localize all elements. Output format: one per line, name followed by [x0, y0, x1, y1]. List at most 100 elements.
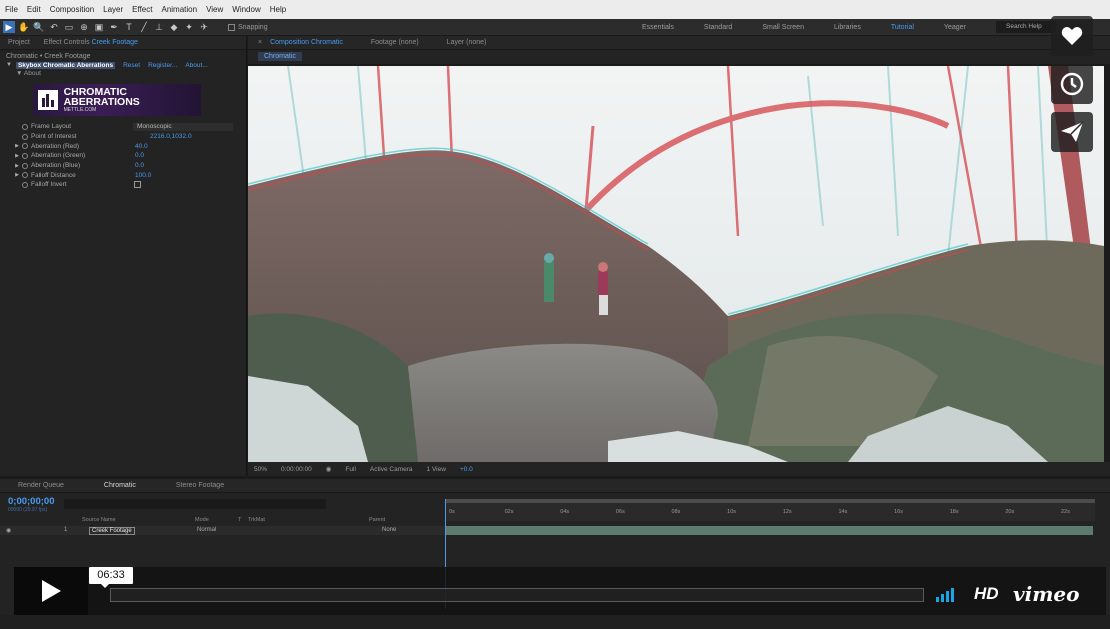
- volume-icon[interactable]: [936, 588, 964, 602]
- reset-link[interactable]: Reset: [123, 62, 140, 69]
- resolution-dropdown[interactable]: Full: [345, 466, 355, 473]
- menu-layer[interactable]: Layer: [103, 5, 123, 14]
- stopwatch-icon[interactable]: [22, 133, 28, 140]
- tab-render-queue[interactable]: Render Queue: [18, 482, 64, 489]
- tool-icon-1[interactable]: ✋: [18, 21, 30, 33]
- share-button[interactable]: [1051, 112, 1093, 152]
- current-time-display[interactable]: 0:00:00:00: [281, 466, 312, 473]
- twirl-icon[interactable]: ▶: [12, 143, 22, 149]
- property-label: Aberration (Red): [31, 142, 80, 150]
- tab-project[interactable]: Project: [8, 39, 30, 46]
- tab-effect-controls[interactable]: Effect Controls: [44, 39, 90, 46]
- play-button[interactable]: [14, 567, 88, 615]
- workspace-yeager[interactable]: Yeager: [944, 24, 966, 31]
- tool-icon-10[interactable]: ⊥: [153, 21, 165, 33]
- menu-edit[interactable]: Edit: [27, 5, 41, 14]
- tab-chromatic-timeline[interactable]: Chromatic: [104, 482, 136, 489]
- tool-icon-13[interactable]: ✈: [198, 21, 210, 33]
- active-camera-dropdown[interactable]: Active Camera: [370, 466, 413, 473]
- exposure-value[interactable]: +0.0: [460, 466, 473, 473]
- property-row: Frame Layout Monoscopic: [0, 122, 247, 132]
- tool-icon-11[interactable]: ◆: [168, 21, 180, 33]
- tool-icon-12[interactable]: ✦: [183, 21, 195, 33]
- frame-layout-dropdown[interactable]: Monoscopic: [133, 122, 233, 131]
- tool-icon-5[interactable]: ⊕: [78, 21, 90, 33]
- twirl-icon[interactable]: ▶: [12, 153, 22, 159]
- twirl-icon[interactable]: ▶: [12, 172, 22, 178]
- menu-view[interactable]: View: [206, 5, 223, 14]
- fx-toggle-icon[interactable]: ▼: [6, 62, 12, 68]
- tool-icon-2[interactable]: 🔍: [33, 21, 45, 33]
- video-progress-bar[interactable]: [110, 588, 924, 602]
- snapping-toggle[interactable]: Snapping: [228, 23, 268, 31]
- about-link[interactable]: About...: [185, 62, 207, 69]
- col-trackmatte-t[interactable]: T: [238, 517, 241, 523]
- property-value[interactable]: 0.0: [135, 152, 144, 159]
- visibility-eye-icon[interactable]: ◉: [6, 527, 11, 534]
- layer-column-headers: Source Name Mode T TrkMat Parent: [0, 516, 445, 525]
- property-value[interactable]: 0.0: [135, 162, 144, 169]
- tool-icon-6[interactable]: ▣: [93, 21, 105, 33]
- layer-duration-bar[interactable]: [445, 526, 1093, 535]
- zoom-dropdown[interactable]: 50%: [254, 466, 267, 473]
- layer-name[interactable]: Creek Footage: [89, 527, 135, 535]
- col-mode[interactable]: Mode: [195, 517, 209, 523]
- stopwatch-icon[interactable]: [22, 152, 28, 159]
- like-button[interactable]: [1051, 16, 1093, 56]
- stopwatch-icon[interactable]: [22, 172, 28, 179]
- twirl-icon[interactable]: ▶: [12, 163, 22, 169]
- composition-viewer[interactable]: [248, 66, 1104, 462]
- close-tab-icon[interactable]: ×: [258, 39, 262, 46]
- col-parent[interactable]: Parent: [369, 517, 385, 523]
- layer-parent-dropdown[interactable]: None: [382, 527, 396, 533]
- tab-layer[interactable]: Layer (none): [447, 39, 487, 46]
- workspace-tutorial[interactable]: Tutorial: [891, 24, 914, 31]
- timeline-search-input[interactable]: [64, 499, 326, 509]
- comp-breadcrumb-chromatic[interactable]: Chromatic: [258, 52, 302, 61]
- stopwatch-icon[interactable]: [22, 143, 28, 150]
- tool-icon-3[interactable]: ↶: [48, 21, 60, 33]
- menu-window[interactable]: Window: [232, 5, 260, 14]
- menu-animation[interactable]: Animation: [161, 5, 197, 14]
- tool-icon-0[interactable]: ▶: [3, 21, 15, 33]
- watch-later-button[interactable]: [1051, 64, 1093, 104]
- workspace-libraries[interactable]: Libraries: [834, 24, 861, 31]
- workspace-standard[interactable]: Standard: [704, 24, 732, 31]
- property-value[interactable]: 100.0: [135, 172, 151, 179]
- workspace-essentials[interactable]: Essentials: [642, 24, 674, 31]
- property-value[interactable]: 40.0: [135, 143, 148, 150]
- time-ruler[interactable]: 0s 02s 04s 06s 08s 10s 12s 14s 16s 18s 20s 22s: [445, 499, 1095, 521]
- menu-help[interactable]: Help: [270, 5, 286, 14]
- menu-effect[interactable]: Effect: [132, 5, 152, 14]
- menu-file[interactable]: File: [5, 5, 18, 14]
- about-group[interactable]: ▼ About: [0, 70, 246, 77]
- tab-composition[interactable]: Composition Chromatic: [270, 39, 343, 46]
- work-area-bar[interactable]: [445, 499, 1095, 503]
- tool-icon-4[interactable]: ▭: [63, 21, 75, 33]
- col-trkmat[interactable]: TrkMat: [248, 517, 265, 523]
- hd-toggle[interactable]: HD: [974, 584, 999, 604]
- snapping-checkbox[interactable]: [228, 23, 235, 31]
- property-value[interactable]: 2216.0,1032.0: [150, 133, 192, 140]
- tab-footage[interactable]: Footage (none): [371, 39, 419, 46]
- menu-composition[interactable]: Composition: [50, 5, 94, 14]
- tool-icon-8[interactable]: T: [123, 21, 135, 33]
- layer-mode-dropdown[interactable]: Normal: [197, 527, 216, 533]
- stopwatch-icon[interactable]: [22, 123, 28, 130]
- stopwatch-icon[interactable]: [22, 162, 28, 169]
- search-help-input[interactable]: Search Help: [996, 21, 1056, 33]
- tool-icon-9[interactable]: ╱: [138, 21, 150, 33]
- workspace-small-screen[interactable]: Small Screen: [762, 24, 804, 31]
- register-link[interactable]: Register...: [148, 62, 177, 69]
- falloff-invert-checkbox[interactable]: [134, 181, 141, 189]
- effect-name[interactable]: Skybox Chromatic Aberrations: [15, 61, 116, 69]
- view-layout-dropdown[interactable]: 1 View: [427, 466, 446, 473]
- col-source-name[interactable]: Source Name: [82, 517, 116, 523]
- vimeo-logo[interactable]: vimeo: [1013, 582, 1079, 606]
- tab-stereo-footage[interactable]: Stereo Footage: [176, 482, 224, 489]
- timeline-timecode[interactable]: 0;00;00;00: [8, 496, 54, 507]
- stopwatch-icon[interactable]: [22, 181, 28, 188]
- tool-icon-7[interactable]: ✒: [108, 21, 120, 33]
- layer-row[interactable]: ◉ 1 Creek Footage Normal None: [0, 526, 445, 535]
- camera-snapshot-icon[interactable]: ◉: [326, 465, 332, 473]
